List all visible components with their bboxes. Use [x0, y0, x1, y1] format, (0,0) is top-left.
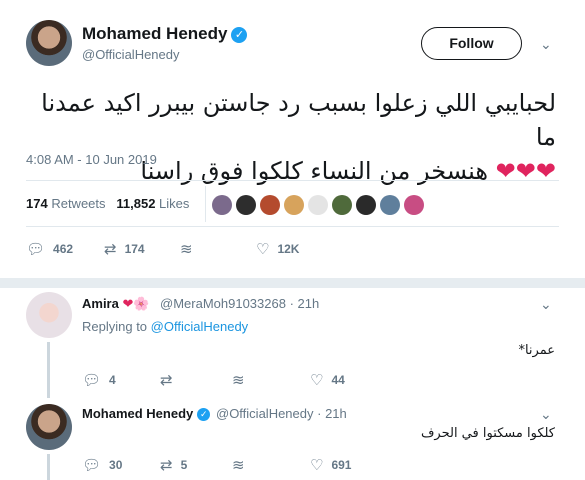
replying-prefix: Replying to: [82, 319, 148, 334]
liker-avatar[interactable]: [380, 195, 400, 215]
reply-text: عمرنا*: [518, 343, 555, 358]
reply-handle[interactable]: @OfficialHenedy: [216, 406, 314, 421]
liker-avatar[interactable]: [260, 195, 280, 215]
liker-avatar[interactable]: [308, 195, 328, 215]
share-icon: ≋: [232, 457, 245, 474]
chevron-down-icon[interactable]: ⌄: [540, 36, 552, 53]
verified-badge-icon: ✓: [231, 26, 248, 43]
tweet-text-line-1: لحبايبي اللي زعلوا بسبب رد جاستن بيبرر ا…: [41, 89, 556, 151]
reply-avatar[interactable]: [26, 404, 72, 450]
reply-author-name-row[interactable]: Mohamed Henedy ✓: [82, 406, 211, 422]
reply-button[interactable]: 💬︎ 30: [82, 456, 122, 474]
retweet-action-count: 5: [180, 458, 188, 472]
heart-icon: ♡: [256, 241, 270, 258]
like-button[interactable]: ♡ 691: [310, 456, 351, 474]
like-action-count: 691: [331, 458, 352, 472]
retweet-action-count: 174: [124, 242, 145, 256]
reply-icon: 💬︎: [82, 457, 102, 474]
retweet-icon: ⇄: [104, 241, 117, 258]
author-handle[interactable]: @OfficialHenedy: [82, 47, 180, 62]
reply-text: كلكوا مسكتوا في الحرف: [420, 426, 555, 441]
likes-label[interactable]: Likes: [159, 196, 189, 211]
reply-author-emoji: ❤🌸: [122, 296, 150, 311]
reply-count: 462: [53, 242, 74, 256]
share-button[interactable]: ≋: [232, 456, 253, 474]
liker-avatar[interactable]: [212, 195, 232, 215]
reply-author-name-row[interactable]: Amira ❤🌸: [82, 296, 150, 312]
thread-line: [47, 454, 50, 480]
reply-author-name[interactable]: Mohamed Henedy: [82, 406, 193, 421]
like-button[interactable]: ♡ 12K: [256, 240, 299, 258]
share-icon: ≋: [180, 241, 193, 258]
like-button[interactable]: ♡ 44: [310, 371, 345, 389]
liker-avatar[interactable]: [332, 195, 352, 215]
chevron-down-icon[interactable]: ⌄: [540, 406, 552, 423]
retweet-icon: ⇄: [160, 457, 173, 474]
heart-icon: ♡: [310, 457, 324, 474]
liker-avatar[interactable]: [236, 195, 256, 215]
liker-avatar[interactable]: [404, 195, 424, 215]
reply-author-name[interactable]: Amira: [82, 296, 119, 311]
reply-time[interactable]: · 21h: [290, 296, 320, 311]
reply-handle[interactable]: @MeraMoh91033268: [160, 296, 286, 311]
reply-count: 4: [109, 373, 116, 387]
follow-button[interactable]: Follow: [421, 27, 522, 60]
retweet-button[interactable]: ⇄ 174: [104, 240, 145, 258]
reply-time[interactable]: · 21h: [317, 406, 347, 421]
divider: [26, 226, 559, 227]
retweet-icon: ⇄: [160, 372, 173, 389]
tweet-timestamp[interactable]: 4:08 AM - 10 Jun 2019: [26, 152, 157, 167]
reply-count: 30: [109, 458, 123, 472]
like-action-count: 44: [331, 373, 345, 387]
reply-icon: 💬︎: [82, 372, 102, 389]
share-button[interactable]: ≋: [180, 240, 201, 258]
tweet-text: لحبايبي اللي زعلوا بسبب رد جاستن بيبرر ا…: [26, 86, 556, 188]
retweet-button[interactable]: ⇄: [160, 371, 181, 389]
reply-button[interactable]: 💬︎ 462: [26, 240, 73, 258]
like-action-count: 12K: [277, 242, 300, 256]
author-name-row[interactable]: Mohamed Henedy ✓: [82, 24, 248, 44]
author-name[interactable]: Mohamed Henedy: [82, 24, 227, 43]
chevron-down-icon[interactable]: ⌄: [540, 296, 552, 313]
liker-avatar[interactable]: [356, 195, 376, 215]
replying-to: Replying to @OfficialHenedy: [82, 319, 248, 334]
reply-avatar[interactable]: [26, 292, 72, 338]
like-count[interactable]: 11,852: [116, 196, 155, 211]
section-divider: [0, 278, 585, 288]
tweet-stats: 174 Retweets 11,852 Likes: [26, 196, 189, 211]
share-icon: ≋: [232, 372, 245, 389]
divider: [26, 180, 559, 181]
author-avatar[interactable]: [26, 20, 72, 66]
verified-badge-icon: ✓: [197, 408, 211, 422]
retweet-button[interactable]: ⇄ 5: [160, 456, 187, 474]
share-button[interactable]: ≋: [232, 371, 253, 389]
liker-avatar[interactable]: [284, 195, 304, 215]
reply-meta: @MeraMoh91033268 · 21h: [160, 296, 319, 311]
retweets-label[interactable]: Retweets: [51, 196, 105, 211]
retweet-count[interactable]: 174: [26, 196, 48, 211]
reply-icon: 💬︎: [26, 241, 46, 258]
stats-separator: [205, 186, 206, 222]
replying-to-handle[interactable]: @OfficialHenedy: [151, 319, 249, 334]
reply-meta: @OfficialHenedy · 21h: [216, 406, 347, 421]
thread-line: [47, 342, 50, 398]
heart-icon: ♡: [310, 372, 324, 389]
reply-button[interactable]: 💬︎ 4: [82, 371, 116, 389]
